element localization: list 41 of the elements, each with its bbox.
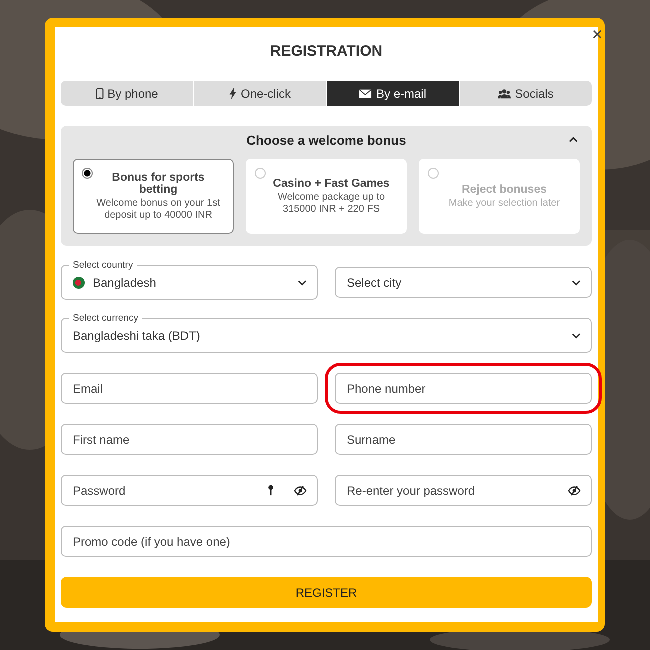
password-field[interactable]: Re-enter your password: [335, 475, 592, 506]
eye-slash-icon[interactable]: [294, 486, 307, 496]
lightning-icon: [228, 88, 237, 100]
chevron-down-icon: [298, 280, 307, 286]
bonus-heading: Choose a welcome bonus: [246, 133, 406, 148]
currency-select[interactable]: Select currency Bangladeshi taka (BDT): [61, 313, 592, 353]
tab[interactable]: By phone: [61, 81, 193, 106]
radio-button[interactable]: [82, 168, 93, 179]
password-field[interactable]: Password: [61, 475, 318, 506]
eye-slash-icon[interactable]: [568, 486, 581, 496]
input-field[interactable]: Promo code (if you have one): [61, 526, 592, 557]
close-icon[interactable]: [593, 30, 602, 39]
dialog-title: REGISTRATION: [269, 43, 384, 62]
bonus-description: Welcome bonus on your 1st deposit up to 40000 INR: [96, 198, 222, 222]
chevron-icon[interactable]: [569, 137, 578, 143]
tab[interactable]: By e-mail: [326, 81, 459, 106]
chevron-down-icon: [572, 332, 581, 338]
envelope-icon: [359, 88, 372, 98]
register-button[interactable]: REGISTER: [61, 577, 592, 608]
bonus-title: Bonus for sports betting: [111, 172, 206, 196]
input-field[interactable]: Email: [61, 373, 318, 404]
bonus-card[interactable]: Bonus for sports betting Welcome bonus on your 1st deposit up to 40000 INR: [73, 159, 234, 234]
bonus-title: Reject bonuses: [460, 184, 548, 196]
radio-button[interactable]: [255, 168, 266, 179]
flag-icon: [73, 276, 85, 288]
input-field[interactable]: Surname: [335, 424, 592, 455]
bonus-title: Casino + Fast Games: [272, 178, 391, 190]
bonus-description: Make your selection later: [448, 198, 560, 210]
phone-icon: [96, 88, 104, 100]
password-input[interactable]: Password: [73, 484, 248, 498]
input-field[interactable]: Phone number: [335, 373, 592, 404]
key-icon[interactable]: [268, 485, 274, 496]
tab[interactable]: Socials: [459, 81, 592, 106]
chevron-down-icon: [572, 280, 581, 286]
city-select[interactable]: Select city: [335, 267, 592, 298]
bonus-card[interactable]: Casino + Fast Games Welcome package up to 315000 INR + 220 FS: [246, 159, 407, 234]
input-field[interactable]: First name: [61, 424, 318, 455]
bonus-description: Welcome package up to 315000 INR + 220 FS: [276, 192, 386, 216]
password-input[interactable]: Re-enter your password: [347, 484, 548, 498]
country-select[interactable]: Select country Bangladesh: [61, 260, 318, 300]
users-icon: [498, 88, 512, 98]
